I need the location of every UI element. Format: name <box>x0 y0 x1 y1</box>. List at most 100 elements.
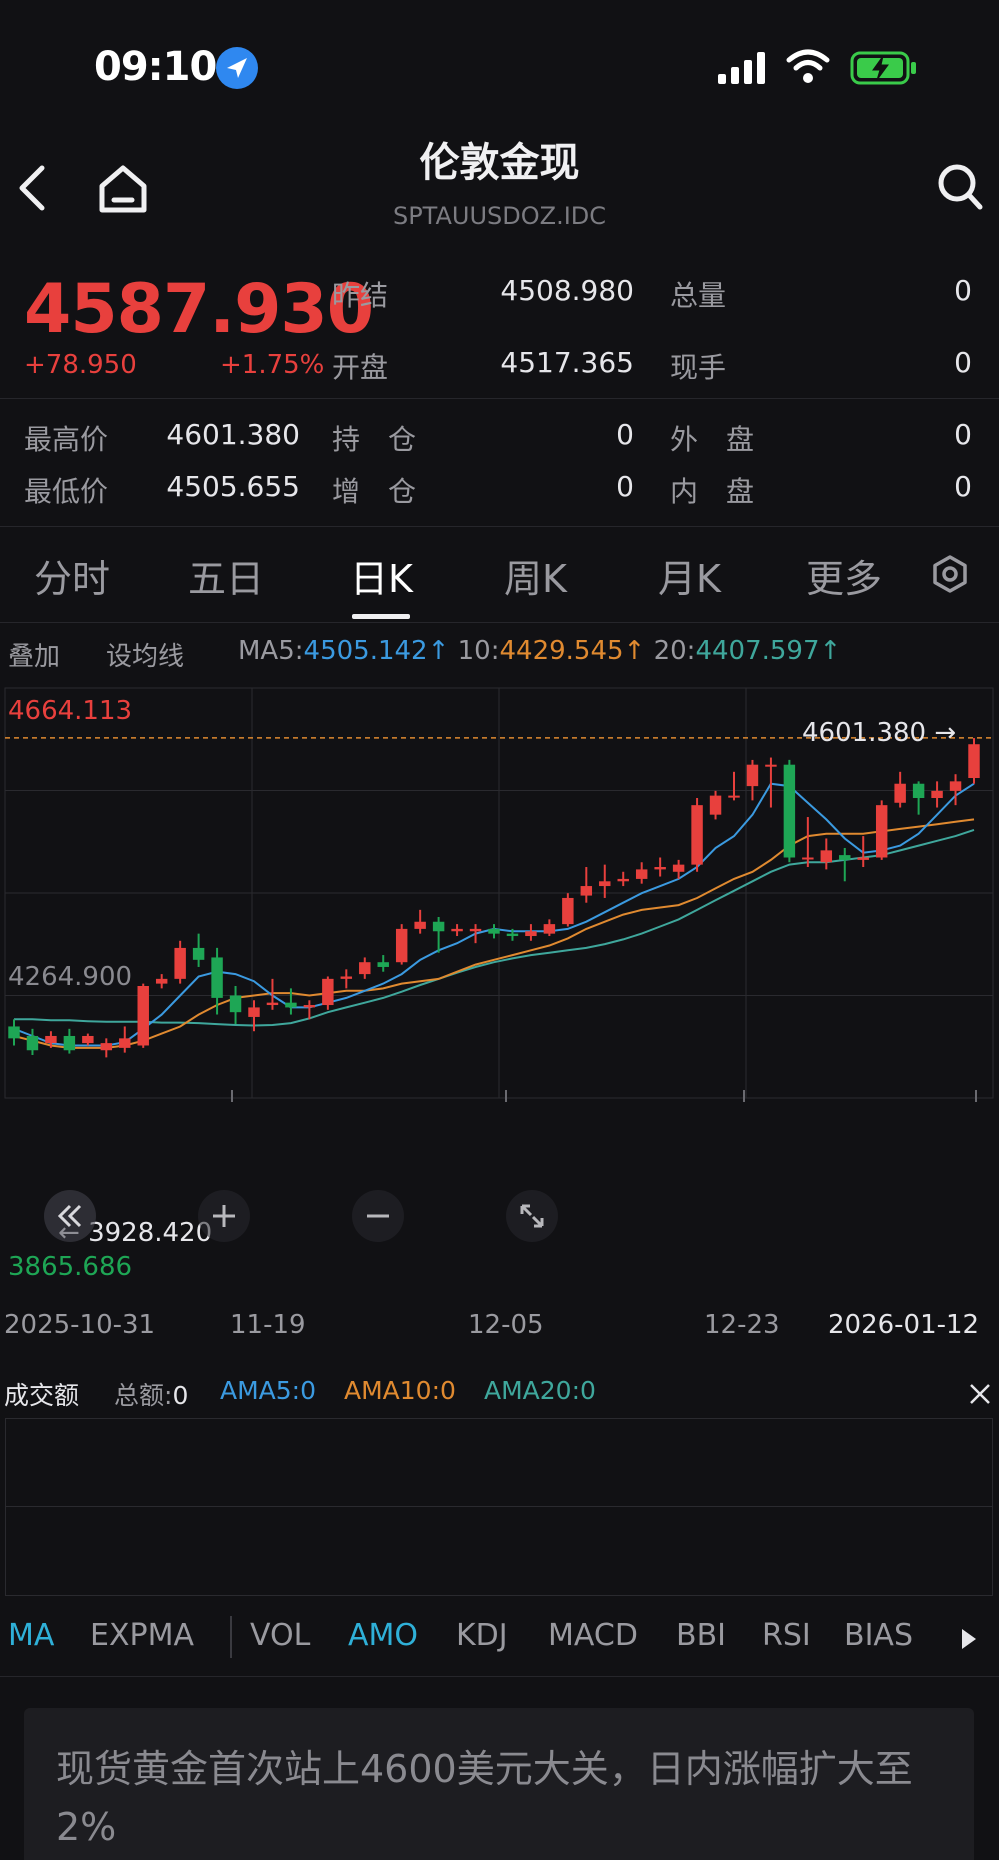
indicator-bias[interactable]: BIAS <box>844 1618 913 1653</box>
y-mid-label: 4264.900 <box>8 962 133 992</box>
more-indicators-button[interactable] <box>958 1626 980 1652</box>
candle-body <box>359 962 371 975</box>
current-hand-value: 0 <box>954 346 972 379</box>
candle-body <box>562 897 574 925</box>
candle-body <box>340 976 353 979</box>
close-icon <box>970 1384 990 1404</box>
ma10-value: 4429.545↑ <box>499 636 646 666</box>
high-label: 最高价 <box>24 423 109 456</box>
active-tab-indicator <box>352 614 410 619</box>
candle-body <box>469 928 482 932</box>
price-change: +78.950 <box>24 350 137 380</box>
tab-weekly-k[interactable]: 周K <box>504 548 567 603</box>
indicator-bbi[interactable]: BBI <box>676 1618 726 1653</box>
inner-label: 内 盘 <box>670 475 755 508</box>
indicator-macd[interactable]: MACD <box>548 1618 638 1653</box>
indicator-amo[interactable]: AMO <box>348 1618 418 1653</box>
candle-body <box>802 857 814 860</box>
ama5-label: AMA5: <box>220 1376 301 1405</box>
candle-body <box>506 933 519 937</box>
divider <box>0 526 999 527</box>
position-label: 持 仓 <box>332 423 417 456</box>
volume-title: 成交额 <box>4 1381 80 1410</box>
ama20-label: AMA20: <box>484 1376 581 1405</box>
tab-five-day[interactable]: 五日 <box>188 548 264 603</box>
position-value: 0 <box>616 418 634 451</box>
candle-body <box>728 795 740 798</box>
add-position-label: 增 仓 <box>332 475 417 508</box>
ma5-line <box>13 782 975 1047</box>
zoom-out-button[interactable] <box>352 1190 404 1242</box>
ma10-label: 10: <box>457 636 500 666</box>
settings-icon[interactable] <box>930 554 970 594</box>
wifi-icon <box>786 48 830 84</box>
tab-monthly-k[interactable]: 月K <box>658 548 721 603</box>
divider <box>0 398 999 399</box>
high-value: 4601.380 <box>166 418 300 451</box>
total-volume-value: 0 <box>954 274 972 307</box>
indicator-ma[interactable]: MA <box>8 1618 54 1653</box>
candle-body <box>395 928 408 963</box>
ma-legend: MA5:4505.142↑ 10:4429.545↑ 20:4407.597↑ <box>238 636 841 666</box>
candle-body <box>525 931 537 937</box>
ma5-value: 4505.142↑ <box>303 636 450 666</box>
fullscreen-button[interactable] <box>506 1190 558 1242</box>
candle-body <box>635 869 648 879</box>
set-ma-button[interactable]: 设均线 <box>106 636 184 673</box>
candle-body <box>8 1026 20 1039</box>
candle-body <box>931 790 943 799</box>
candle-body <box>746 764 759 787</box>
candle-body <box>820 850 833 863</box>
tab-daily-k[interactable]: 日K <box>350 548 413 603</box>
candle-body <box>488 928 500 934</box>
x-tick-label: 12-05 <box>468 1310 544 1340</box>
volume-total: 总额:0 <box>114 1376 188 1412</box>
total-volume-label: 总量 <box>670 279 727 312</box>
ama5-value: 0 <box>300 1376 317 1405</box>
close-volume-button[interactable] <box>966 1380 994 1408</box>
page-title: 伦敦金现 <box>419 140 580 186</box>
ma20-value: 4407.597↑ <box>695 636 842 666</box>
candle-body <box>875 805 888 858</box>
candle-body <box>968 744 980 779</box>
open-value: 4517.365 <box>500 346 634 379</box>
candle-body <box>322 978 334 1006</box>
candle-body <box>82 1035 94 1044</box>
current-hand-label: 现手 <box>670 351 727 384</box>
tab-intraday[interactable]: 分时 <box>34 548 110 603</box>
candle-body <box>192 947 205 960</box>
search-icon[interactable] <box>936 162 984 212</box>
moving-average-lines <box>13 782 975 1049</box>
volume-gridline <box>5 1506 993 1507</box>
overlay-button[interactable]: 叠加 <box>8 636 60 673</box>
news-headline[interactable]: 现货黄金首次站上4600美元大关，日内涨幅扩大至2% <box>56 1740 956 1856</box>
location-arrow-icon <box>216 47 258 89</box>
candle-body <box>580 886 593 896</box>
kline-chart[interactable] <box>0 686 999 1166</box>
status-time: 09:10 <box>94 44 217 90</box>
add-position-value: 0 <box>616 470 634 503</box>
candle-body <box>414 921 426 929</box>
candle-body <box>63 1035 76 1051</box>
indicator-kdj[interactable]: KDJ <box>456 1618 508 1653</box>
high-marker-value: 4601.380 <box>802 718 927 748</box>
x-tick-label: 12-23 <box>704 1310 780 1340</box>
indicator-expma[interactable]: EXPMA <box>90 1618 194 1653</box>
zoom-in-button[interactable] <box>198 1190 250 1242</box>
low-value: 4505.655 <box>166 470 300 503</box>
candle-body <box>654 867 666 870</box>
candle-body <box>285 1002 297 1008</box>
candle-body <box>765 764 777 767</box>
prev-settle-label: 昨结 <box>332 279 389 312</box>
indicator-vol[interactable]: VOL <box>250 1618 310 1653</box>
candle-body <box>617 878 629 882</box>
tab-more[interactable]: 更多 <box>806 548 882 603</box>
indicator-rsi[interactable]: RSI <box>762 1618 811 1653</box>
ama5-legend: AMA5:0 <box>220 1376 316 1405</box>
scroll-left-button[interactable] <box>44 1190 96 1242</box>
candle-body <box>599 881 611 887</box>
x-tick-label: 2025-10-31 <box>4 1310 156 1340</box>
battery-charging-icon <box>850 50 918 86</box>
divider <box>0 622 999 623</box>
expand-icon <box>520 1204 544 1228</box>
